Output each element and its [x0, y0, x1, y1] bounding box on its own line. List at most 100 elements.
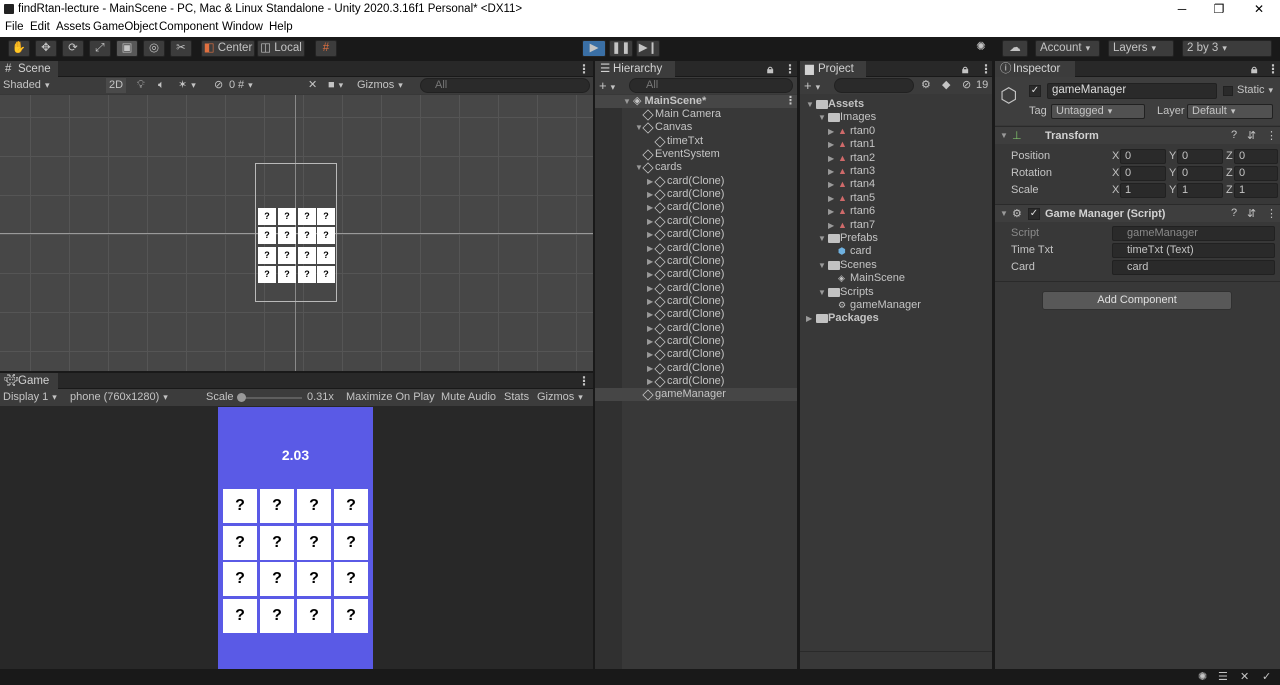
transform-y-field[interactable]: 0 — [1177, 166, 1223, 181]
script-component-header[interactable]: ▼ ⚙ ✓ Game Manager (Script) ? ⇵ ⋮ — [995, 204, 1280, 222]
game-card[interactable]: ? — [223, 562, 257, 596]
time-txt-field[interactable]: timeTxt (Text) — [1112, 243, 1275, 258]
game-card[interactable]: ? — [334, 526, 368, 560]
hierarchy-item[interactable]: ▼ Canvas — [595, 121, 797, 135]
menu-help[interactable]: Help — [269, 21, 293, 33]
layers-dropdown[interactable]: Layers — [1108, 40, 1174, 57]
mute-audio-toggle[interactable]: Mute Audio — [441, 390, 496, 405]
hierarchy-item[interactable]: ▶ card(Clone) — [595, 215, 797, 228]
expand-arrow-icon[interactable]: ▶ — [647, 297, 653, 306]
game-viewport[interactable]: 2.03 ? ? ? ? ? ? ? ? ? ? ? ? ? ? ? ? — [218, 407, 373, 669]
game-card[interactable]: ? — [297, 489, 331, 523]
grid-snap-icon[interactable]: # — [315, 40, 337, 57]
scene-card[interactable]: ? — [317, 247, 335, 264]
project-item[interactable]: ▶ ▲ rtan3 — [800, 165, 992, 178]
game-card[interactable]: ? — [334, 489, 368, 523]
shading-dropdown[interactable]: Shaded — [3, 78, 97, 93]
game-card[interactable]: ? — [334, 562, 368, 596]
project-item[interactable]: ▶ ▲ rtan6 — [800, 205, 992, 218]
hidden-objects-icon[interactable]: ⊘ — [214, 78, 223, 93]
scene-viewport[interactable]: ? ? ? ? ? ? ? ? ? ? ? ? ? ? ? ? — [0, 95, 593, 371]
game-card[interactable]: ? — [223, 489, 257, 523]
transform-presets-icon[interactable]: ⇵ — [1247, 129, 1256, 142]
scene-card[interactable]: ? — [258, 208, 276, 225]
hierarchy-item-selected[interactable]: gameManager — [595, 388, 797, 402]
project-item[interactable]: ▼ Assets — [800, 98, 992, 111]
expand-arrow-icon[interactable]: ▶ — [828, 207, 834, 216]
project-item[interactable]: ▶ ▲ rtan1 — [800, 138, 992, 151]
hierarchy-item[interactable]: ▶ card(Clone) — [595, 295, 797, 308]
project-item[interactable]: ▶ ▲ rtan0 — [800, 125, 992, 138]
transform-header[interactable]: ▼ ⊥ Transform ? ⇵ ⋮ — [995, 126, 1280, 144]
hierarchy-item[interactable]: ▶ card(Clone) — [595, 322, 797, 335]
transform-z-field[interactable]: 1 — [1234, 183, 1278, 198]
menu-component[interactable]: Component — [159, 21, 218, 33]
scale-slider-thumb[interactable] — [237, 393, 246, 402]
game-card[interactable]: ? — [260, 526, 294, 560]
expand-arrow-icon[interactable]: ▶ — [647, 337, 653, 346]
display-dropdown[interactable]: Display 1 — [3, 390, 65, 405]
hierarchy-item[interactable]: ▼ cards — [595, 161, 797, 175]
expand-arrow-icon[interactable]: ▶ — [828, 180, 834, 189]
game-card[interactable]: ? — [260, 599, 294, 633]
active-checkbox[interactable]: ✓ — [1029, 85, 1041, 97]
menu-gameobject[interactable]: GameObject — [93, 21, 158, 33]
scene-card[interactable]: ? — [298, 266, 316, 283]
scene-menu-icon[interactable]: ⋮ — [578, 61, 590, 77]
scene-card[interactable]: ? — [278, 227, 296, 244]
expand-arrow-icon[interactable]: ▶ — [647, 310, 653, 319]
minimize-button[interactable]: ─ — [1174, 1, 1190, 17]
layer-dropdown[interactable]: Default — [1187, 104, 1273, 119]
hierarchy-item[interactable]: ▶ card(Clone) — [595, 348, 797, 361]
expand-arrow-icon[interactable]: ▶ — [828, 154, 834, 163]
transform-menu-icon[interactable]: ⋮ — [1266, 129, 1277, 142]
cloud-icon[interactable]: ☁ — [1002, 40, 1028, 57]
static-dropdown[interactable]: Static — [1237, 84, 1273, 96]
project-item[interactable]: ▶ ▲ rtan2 — [800, 152, 992, 165]
gizmos-dropdown[interactable]: Gizmos — [357, 78, 403, 93]
pause-button[interactable]: ❚❚ — [609, 40, 633, 57]
maximize-button[interactable]: ❐ — [1211, 1, 1227, 17]
tab-game[interactable]: 👾︎ Game — [0, 373, 58, 389]
scene-card[interactable]: ? — [258, 266, 276, 283]
expand-arrow-icon[interactable]: ▶ — [647, 284, 653, 293]
game-card[interactable]: ? — [297, 526, 331, 560]
hierarchy-item[interactable]: ▶ card(Clone) — [595, 175, 797, 188]
menu-window[interactable]: Window — [222, 21, 263, 33]
expand-arrow-icon[interactable]: ▼ — [818, 113, 826, 122]
scene-card[interactable]: ? — [298, 208, 316, 225]
expand-arrow-icon[interactable]: ▶ — [647, 217, 653, 226]
account-dropdown[interactable]: Account — [1035, 40, 1100, 57]
expand-arrow-icon[interactable]: ▶ — [828, 194, 834, 203]
scene-card[interactable]: ? — [278, 266, 296, 283]
scale-tool-icon[interactable]: ⤢ — [89, 40, 111, 57]
expand-arrow-icon[interactable]: ▶ — [647, 177, 653, 186]
inspector-menu-icon[interactable]: ⋮ — [1267, 61, 1279, 77]
move-tool-icon[interactable]: ✥ — [35, 40, 57, 57]
project-item[interactable]: ▶ ▲ rtan4 — [800, 178, 992, 191]
hierarchy-item[interactable]: ▶ card(Clone) — [595, 228, 797, 241]
project-lock-icon[interactable]: 🔒︎ — [962, 61, 968, 77]
hierarchy-item[interactable]: ▶ card(Clone) — [595, 375, 797, 388]
expand-arrow-icon[interactable]: ▼ — [818, 288, 826, 297]
hierarchy-item[interactable]: ▶ card(Clone) — [595, 282, 797, 295]
menu-assets[interactable]: Assets — [56, 21, 91, 33]
step-button[interactable]: ▶❙ — [636, 40, 660, 57]
transform-x-field[interactable]: 0 — [1120, 149, 1166, 164]
hierarchy-item[interactable]: ▶ card(Clone) — [595, 188, 797, 201]
hierarchy-item[interactable]: ▶ card(Clone) — [595, 308, 797, 321]
tab-scene[interactable]: # Scene — [0, 61, 58, 77]
hierarchy-menu-icon[interactable]: ⋮ — [784, 61, 796, 77]
script-presets-icon[interactable]: ⇵ — [1247, 207, 1256, 220]
hierarchy-item[interactable]: ▶ card(Clone) — [595, 268, 797, 281]
expand-arrow-icon[interactable]: ▶ — [828, 221, 834, 230]
expand-arrow-icon[interactable]: ▶ — [647, 203, 653, 212]
scene-row-menu-icon[interactable]: ⋮ — [785, 95, 796, 108]
object-name-input[interactable]: gameManager — [1047, 83, 1217, 99]
scene-card[interactable]: ? — [317, 266, 335, 283]
game-card[interactable]: ? — [297, 562, 331, 596]
transform-z-field[interactable]: 0 — [1234, 149, 1278, 164]
scene-card[interactable]: ? — [298, 247, 316, 264]
maximize-on-play-toggle[interactable]: Maximize On Play — [346, 390, 435, 405]
project-item[interactable]: ⬢ card — [800, 245, 992, 258]
